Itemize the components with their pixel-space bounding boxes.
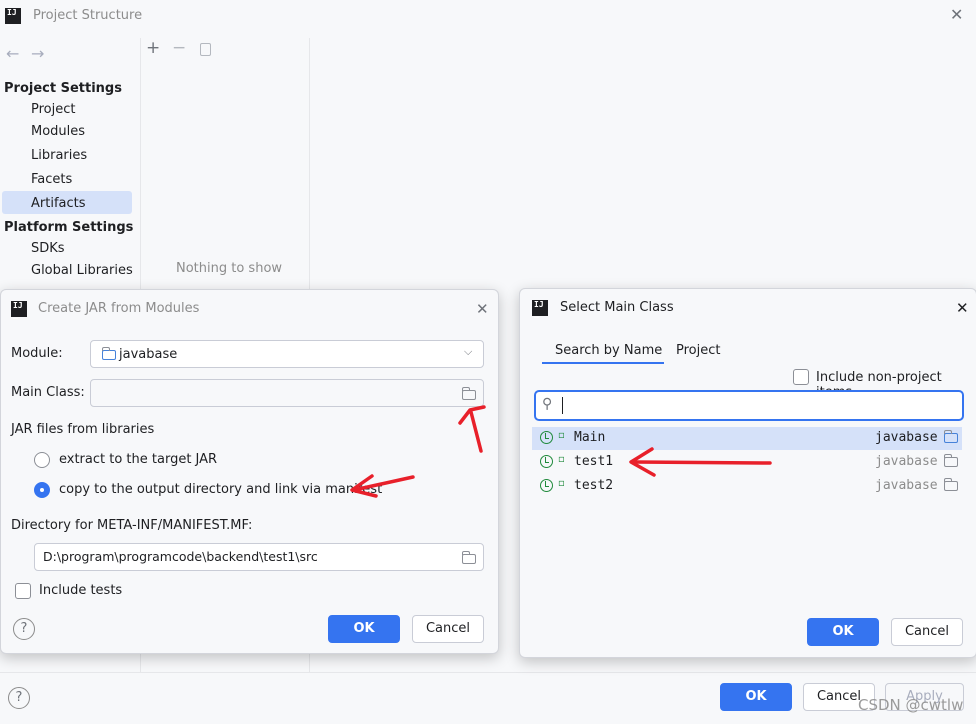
annotation-arrow-main-class xyxy=(469,410,483,453)
annotation-arrow-test1 xyxy=(631,460,772,465)
annotation-arrows xyxy=(350,405,772,498)
